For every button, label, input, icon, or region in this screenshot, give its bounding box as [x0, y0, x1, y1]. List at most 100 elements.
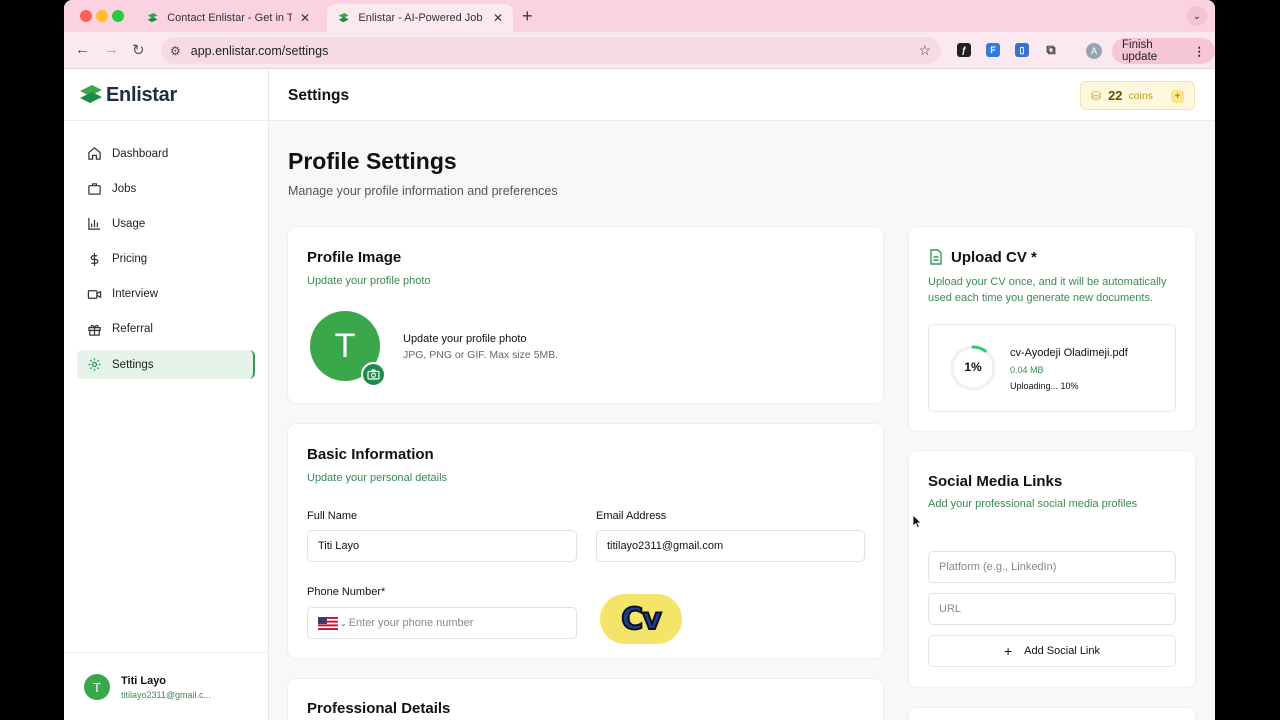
url-input[interactable]: URL	[928, 593, 1176, 625]
site-settings-icon[interactable]: ⚙	[170, 44, 181, 58]
sidebar-item-interview[interactable]: Interview	[77, 280, 255, 309]
sidebar-item-label: Jobs	[112, 182, 137, 195]
sidebar-item-label: Interview	[112, 288, 159, 301]
sidebar-item-label: Pricing	[112, 253, 148, 266]
card-title: Profile Image	[307, 249, 402, 266]
add-coins-button[interactable]: +	[1171, 90, 1184, 103]
bookmark-star-icon[interactable]: ☆	[918, 42, 931, 59]
browser-profile-avatar[interactable]: A	[1086, 43, 1102, 59]
platform-placeholder: Platform (e.g., LinkedIn)	[939, 561, 1057, 573]
document-icon	[930, 249, 942, 265]
user-name: Titi Layo	[121, 675, 167, 687]
us-flag-icon[interactable]	[318, 616, 338, 630]
app-sidebar: Enlistar Dashboard Jobs Usage Pricing In…	[64, 70, 269, 720]
finish-update-button[interactable]: Finish update ⋮	[1112, 38, 1215, 64]
sidebar-item-label: Dashboard	[112, 147, 169, 160]
minimize-window-button[interactable]	[96, 10, 108, 22]
close-tab-icon[interactable]: ✕	[300, 11, 310, 25]
maximize-window-button[interactable]	[112, 10, 124, 22]
full-name-value: Titi Layo	[318, 540, 360, 552]
enlistar-favicon-icon	[338, 12, 349, 23]
file-name: cv-Ayodeji Oladimeji.pdf	[1010, 347, 1128, 359]
close-tab-icon[interactable]: ✕	[493, 11, 503, 25]
gift-icon	[88, 324, 101, 336]
card-title: Basic Information	[307, 446, 434, 463]
video-icon	[87, 289, 102, 299]
card-subtitle: Update your personal details	[307, 472, 448, 484]
browser-tab-contact[interactable]: Contact Enlistar - Get in Touch ✕	[136, 4, 320, 32]
card-title: Professional Details	[307, 700, 451, 717]
finish-update-label: Finish update	[1122, 39, 1158, 63]
full-name-input[interactable]: Titi Layo	[307, 530, 577, 562]
chevron-down-icon[interactable]: ⌄	[340, 619, 347, 628]
coins-icon: ⛁	[1091, 88, 1102, 103]
brand-name: Enlistar	[106, 83, 177, 106]
sidebar-item-usage[interactable]: Usage	[77, 209, 255, 238]
tab-search-chevron-icon[interactable]: ⌄	[1187, 6, 1207, 26]
card-subtitle: Add your professional social media profi…	[928, 498, 1138, 510]
phone-placeholder: Enter your phone number	[348, 617, 474, 629]
mouse-cursor-icon	[912, 514, 922, 529]
phone-label: Phone Number*	[307, 586, 386, 598]
plus-icon: +	[1003, 643, 1013, 659]
camera-icon[interactable]	[361, 362, 386, 387]
dollar-icon	[90, 252, 99, 266]
coins-label: coins	[1128, 89, 1154, 102]
browser-toolbar: ← → ↻ ⚙ app.enlistar.com/settings ☆ ƒ F …	[64, 32, 1215, 69]
sidebar-item-jobs[interactable]: Jobs	[77, 174, 255, 203]
forward-arrow-icon[interactable]: →	[104, 41, 119, 58]
gear-icon	[88, 358, 101, 371]
email-input[interactable]: titilayo2311@gmail.com	[596, 530, 865, 562]
sidebar-item-label: Usage	[112, 217, 146, 230]
browser-window: Contact Enlistar - Get in Touch ✕ Enlist…	[64, 0, 1215, 720]
sidebar-item-dashboard[interactable]: Dashboard	[77, 139, 255, 168]
close-window-button[interactable]	[80, 10, 92, 22]
upload-progress-label: 1%	[964, 360, 982, 374]
main-content: Settings ⛁ 22 coins + Profile Settings M…	[269, 70, 1215, 720]
additional-card	[909, 708, 1195, 720]
phone-input[interactable]: ⌄ Enter your phone number	[307, 607, 577, 639]
tab-title: Contact Enlistar - Get in Touch	[167, 12, 292, 24]
extension-script-icon[interactable]: ƒ	[957, 43, 971, 57]
sidebar-item-pricing[interactable]: Pricing	[77, 245, 255, 274]
uploading-file: 1% cv-Ayodeji Oladimeji.pdf 0.04 MB Uplo…	[928, 324, 1176, 412]
enlistar-favicon-icon	[147, 13, 158, 23]
coins-badge[interactable]: ⛁ 22 coins +	[1080, 81, 1195, 110]
reload-icon[interactable]: ↻	[132, 41, 145, 59]
avatar: T	[84, 674, 110, 700]
page-title: Profile Settings	[288, 148, 457, 174]
card-title: Social Media Links	[928, 473, 1063, 490]
add-social-link-button[interactable]: + Add Social Link	[928, 635, 1176, 667]
tab-strip: Contact Enlistar - Get in Touch ✕ Enlist…	[64, 0, 1215, 32]
sidebar-user[interactable]: T Titi Layo titilayo2311@gmail.c...	[64, 652, 269, 720]
address-bar[interactable]: ⚙ app.enlistar.com/settings ☆	[161, 37, 941, 64]
upload-cv-description: Upload your CV once, and it will be auto…	[928, 276, 1167, 304]
platform-input[interactable]: Platform (e.g., LinkedIn)	[928, 551, 1176, 583]
enlistar-logo[interactable]: Enlistar	[79, 83, 177, 107]
upload-photo-heading: Update your profile photo	[403, 333, 527, 345]
new-tab-button[interactable]: +	[522, 6, 533, 27]
cv-badge-text: Cv	[620, 601, 663, 638]
basic-information-card: Basic Information Update your personal d…	[288, 424, 883, 658]
extension-doc-icon[interactable]: ▯	[1015, 43, 1029, 57]
browser-tab-enlistar[interactable]: Enlistar - AI-Powered Job Application ✕	[327, 4, 513, 32]
card-title: Upload CV *	[951, 249, 1037, 266]
sidebar-item-label: Referral	[112, 323, 153, 336]
sidebar-item-referral[interactable]: Referral	[77, 315, 255, 344]
add-social-link-label: Add Social Link	[1024, 645, 1100, 657]
cv-badge-logo: Cv	[600, 594, 682, 644]
sidebar-item-settings[interactable]: Settings	[77, 350, 255, 380]
back-arrow-icon[interactable]: ←	[75, 41, 90, 58]
upload-photo-hint: JPG, PNG or GIF. Max size 5MB.	[403, 349, 559, 361]
email-label: Email Address	[596, 510, 667, 522]
user-email: titilayo2311@gmail.c...	[121, 690, 212, 700]
upload-progress-ring: 1%	[949, 344, 997, 392]
tab-title: Enlistar - AI-Powered Job Application	[358, 12, 485, 24]
upload-cv-card: Upload CV * Upload your CV once, and it …	[909, 227, 1195, 431]
home-icon	[88, 147, 101, 160]
top-bar: Settings ⛁ 22 coins +	[269, 70, 1215, 121]
divider	[64, 120, 269, 121]
extensions-puzzle-icon[interactable]: ⧉	[1044, 42, 1058, 57]
sidebar-item-label: Settings	[112, 358, 154, 371]
extension-blue-icon[interactable]: F	[986, 43, 1000, 57]
